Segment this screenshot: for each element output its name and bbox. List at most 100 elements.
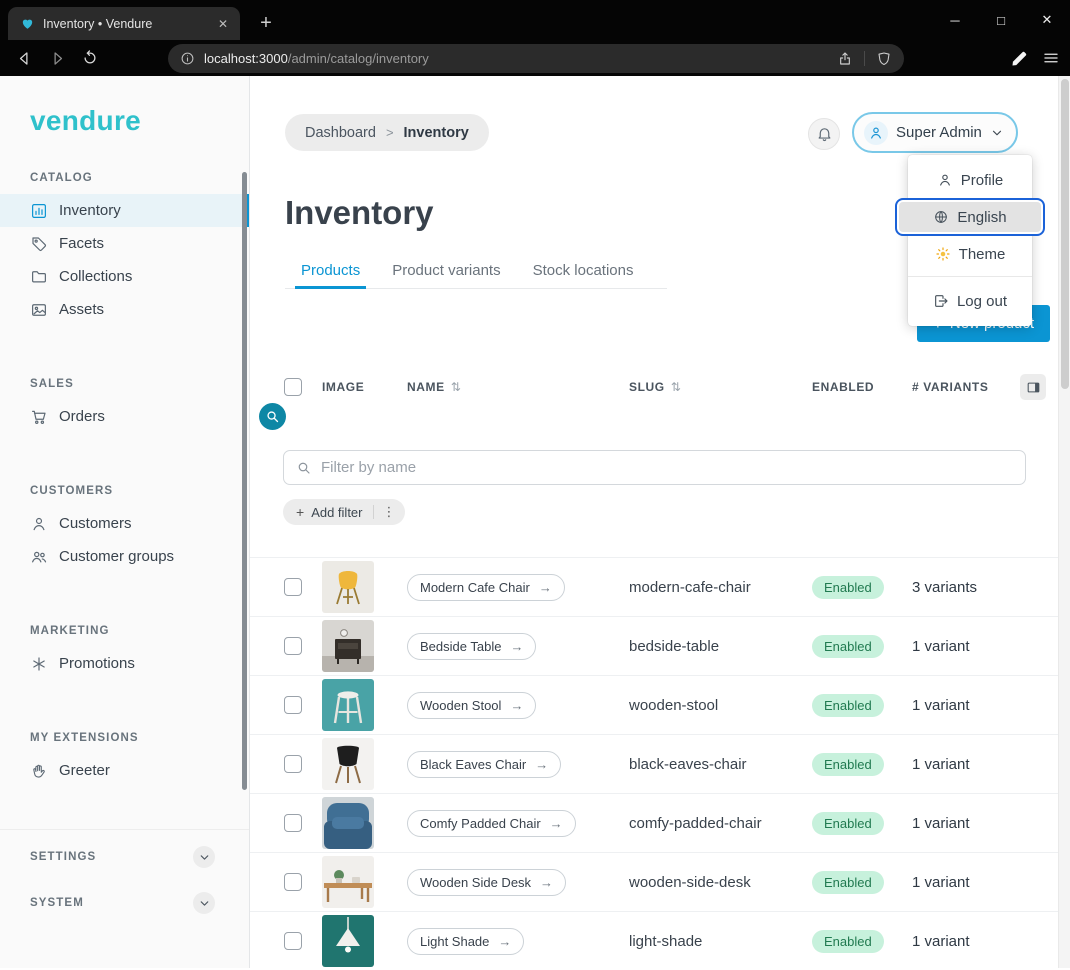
product-name-link[interactable]: Wooden Side Desk→ <box>407 869 566 896</box>
page-scrollbar[interactable] <box>1058 76 1070 968</box>
folder-icon <box>30 268 48 286</box>
sidebar-item-orders[interactable]: Orders <box>0 400 249 433</box>
sidebar-item-inventory[interactable]: Inventory <box>0 194 249 227</box>
brave-shield-icon[interactable] <box>876 51 892 67</box>
sidebar-section-system[interactable]: SYSTEM <box>0 880 249 926</box>
avatar <box>864 121 888 145</box>
sidebar-item-promotions[interactable]: Promotions <box>0 647 249 680</box>
reload-button[interactable] <box>76 45 104 71</box>
close-button[interactable]: ✕ <box>1024 0 1070 40</box>
product-slug: bedside-table <box>629 638 812 655</box>
sidebar-item-greeter[interactable]: Greeter <box>0 754 249 787</box>
add-filter-control: + Add filter ⋮ <box>283 499 405 525</box>
menu-item-logout[interactable]: Log out <box>908 284 1032 318</box>
notifications-button[interactable] <box>808 118 840 150</box>
add-filter-button[interactable]: + Add filter <box>283 504 373 520</box>
back-button[interactable] <box>10 45 38 71</box>
row-checkbox[interactable] <box>284 814 302 832</box>
sidebar-item-collections[interactable]: Collections <box>0 260 249 293</box>
filter-by-name-input[interactable] <box>321 459 1013 476</box>
user-menu-button[interactable]: Super Admin <box>852 112 1018 153</box>
menu-item-theme[interactable]: Theme <box>908 239 1032 269</box>
row-checkbox[interactable] <box>284 873 302 891</box>
forward-button[interactable] <box>43 45 71 71</box>
variants-count: 1 variant <box>912 815 1020 832</box>
breadcrumb-dashboard[interactable]: Dashboard <box>305 125 376 141</box>
sidebar-item-assets[interactable]: Assets <box>0 293 249 326</box>
plus-icon: + <box>296 504 304 520</box>
person-icon <box>30 515 48 533</box>
arrow-right-icon: → <box>498 934 511 949</box>
share-icon[interactable] <box>837 51 853 67</box>
new-tab-button[interactable]: + <box>252 9 280 37</box>
vendure-logo[interactable]: vendure <box>30 106 249 136</box>
filter-input-wrapper <box>283 450 1026 485</box>
maximize-button[interactable]: □ <box>978 0 1024 40</box>
scrollbar-thumb[interactable] <box>1061 79 1069 389</box>
minimize-button[interactable]: ─ <box>932 0 978 40</box>
tab-title: Inventory • Vendure <box>43 17 206 31</box>
menu-hamburger-icon[interactable] <box>1042 49 1060 67</box>
profile-icon <box>937 172 953 188</box>
product-slug: light-shade <box>629 933 812 950</box>
chevron-down-icon <box>990 126 1004 140</box>
column-name[interactable]: NAME⇅ <box>407 380 629 394</box>
table-row: Comfy Padded Chair→ comfy-padded-chair E… <box>250 793 1058 852</box>
main-content: Dashboard > Inventory Super Admin Profil… <box>250 76 1058 968</box>
arrow-right-icon: → <box>540 875 553 890</box>
row-checkbox[interactable] <box>284 637 302 655</box>
menu-item-label: Profile <box>961 172 1004 189</box>
menu-item-label: English <box>957 209 1006 226</box>
product-name-link[interactable]: Modern Cafe Chair→ <box>407 574 565 601</box>
search-toggle-button[interactable] <box>259 403 286 430</box>
column-enabled: ENABLED <box>812 380 912 394</box>
chevron-down-icon[interactable] <box>193 846 215 868</box>
product-name-link[interactable]: Light Shade→ <box>407 928 524 955</box>
edit-pencil-icon[interactable] <box>1010 48 1030 68</box>
sidebar: vendure CATALOG Inventory Facets Collect… <box>0 76 250 968</box>
sidebar-item-label: Facets <box>59 235 104 252</box>
select-all-checkbox[interactable] <box>284 378 302 396</box>
tab-close-icon[interactable]: ✕ <box>214 15 232 33</box>
sidebar-item-label: Customers <box>59 515 132 532</box>
sidebar-section-settings[interactable]: SETTINGS <box>0 834 249 880</box>
row-checkbox[interactable] <box>284 755 302 773</box>
section-label-customers: CUSTOMERS <box>30 485 249 497</box>
sidebar-item-label: Assets <box>59 301 104 318</box>
product-slug: wooden-side-desk <box>629 874 812 891</box>
tab-stock-locations[interactable]: Stock locations <box>517 254 650 288</box>
filter-options-button[interactable]: ⋮ <box>374 504 405 520</box>
logout-icon <box>933 293 949 309</box>
menu-item-profile[interactable]: Profile <box>908 165 1032 195</box>
menu-item-language[interactable]: English <box>899 202 1041 232</box>
site-info-icon[interactable] <box>180 51 195 66</box>
section-label-sales: SALES <box>30 378 249 390</box>
status-badge: Enabled <box>812 694 884 717</box>
column-slug[interactable]: SLUG⇅ <box>629 380 812 394</box>
column-settings-button[interactable] <box>1020 374 1046 400</box>
table-row: Black Eaves Chair→ black-eaves-chair Ena… <box>250 734 1058 793</box>
product-image-bedside-table <box>322 620 374 672</box>
product-slug: black-eaves-chair <box>629 756 812 773</box>
address-bar[interactable]: localhost:3000 /admin/catalog/inventory <box>168 44 904 73</box>
product-name-link[interactable]: Bedside Table→ <box>407 633 536 660</box>
chevron-down-icon[interactable] <box>193 892 215 914</box>
page-title: Inventory <box>285 194 434 232</box>
sidebar-item-customer-groups[interactable]: Customer groups <box>0 540 249 573</box>
sidebar-scrollbar[interactable] <box>242 172 247 790</box>
url-domain: localhost:3000 <box>204 51 288 66</box>
product-name-link[interactable]: Black Eaves Chair→ <box>407 751 561 778</box>
arrow-right-icon: → <box>535 757 548 772</box>
row-checkbox[interactable] <box>284 696 302 714</box>
row-checkbox[interactable] <box>284 578 302 596</box>
sort-icon: ⇅ <box>451 380 462 394</box>
tab-product-variants[interactable]: Product variants <box>376 254 516 288</box>
row-checkbox[interactable] <box>284 932 302 950</box>
browser-tab[interactable]: Inventory • Vendure ✕ <box>8 7 240 40</box>
tab-products[interactable]: Products <box>285 254 376 288</box>
product-name-link[interactable]: Comfy Padded Chair→ <box>407 810 576 837</box>
sidebar-item-customers[interactable]: Customers <box>0 507 249 540</box>
product-name-link[interactable]: Wooden Stool→ <box>407 692 536 719</box>
sidebar-item-facets[interactable]: Facets <box>0 227 249 260</box>
divider <box>864 51 865 66</box>
